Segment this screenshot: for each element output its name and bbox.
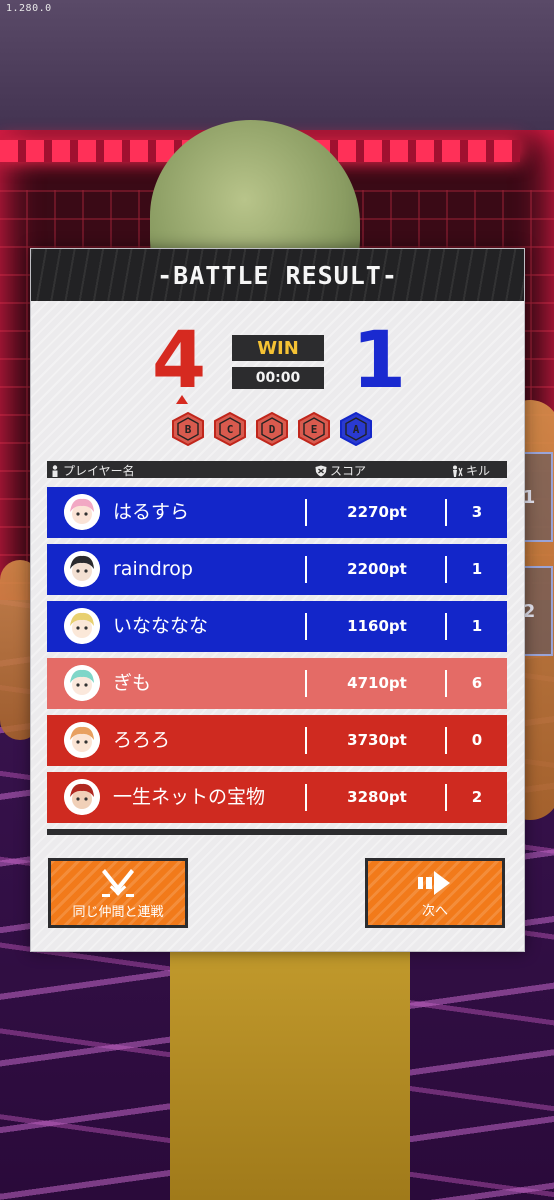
divider (305, 499, 307, 526)
kills-header: キル (451, 462, 490, 479)
team-marker-icon (176, 395, 188, 404)
player-kills: 6 (471, 674, 483, 692)
player-name: はるすら (113, 501, 190, 523)
player-list: はるすら 2270pt 3 raindrop 2200pt 1 いなななな 1160pt 1 ぎも… (47, 487, 507, 829)
next-button[interactable]: 次へ (365, 858, 505, 928)
person-icon (52, 464, 58, 477)
orange-hair-avatar-icon (64, 722, 100, 758)
player-score: 2270pt (347, 503, 407, 521)
red-team-score: 4 (151, 316, 207, 406)
table-header: プレイヤー名 スコア キル (47, 461, 507, 478)
player-row[interactable]: ぎも 4710pt 6 (47, 658, 507, 709)
zone-d-icon: D (256, 412, 288, 446)
player-name: いなななな (113, 615, 209, 637)
player-score: 4710pt (347, 674, 407, 692)
player-kills: 1 (471, 617, 483, 635)
player-name: 一生ネットの宝物 (113, 786, 266, 808)
player-score: 1160pt (347, 617, 407, 635)
rematch-button-label: 同じ仲間と連戦 (72, 904, 164, 920)
divider (305, 784, 307, 811)
player-kills: 0 (471, 731, 483, 749)
player-row[interactable]: いなななな 1160pt 1 (47, 601, 507, 652)
panel-header: -BATTLE RESULT- (31, 249, 524, 301)
player-kills: 2 (471, 788, 483, 806)
player-header: プレイヤー名 (51, 462, 135, 479)
divider (305, 613, 307, 640)
arrow-right-icon (418, 870, 450, 895)
player-row[interactable]: ろろろ 3730pt 0 (47, 715, 507, 766)
player-score: 3280pt (347, 788, 407, 806)
zone-b-icon: B (172, 412, 204, 446)
win-badge: WIN (232, 335, 324, 361)
player-row[interactable]: 一生ネットの宝物 3280pt 2 (47, 772, 507, 823)
blonde-hair-avatar-icon (64, 608, 100, 644)
zone-a-icon: A (340, 412, 372, 446)
panel-title: -BATTLE RESULT- (157, 260, 398, 290)
zone-c-icon: C (214, 412, 246, 446)
player-name: ろろろ (113, 729, 171, 751)
kills-header-label: キル (466, 464, 491, 478)
kill-icon (453, 465, 463, 477)
player-header-label: プレイヤー名 (63, 464, 135, 478)
divider (305, 556, 307, 583)
player-row[interactable]: raindrop 2200pt 1 (47, 544, 507, 595)
teal-hair-avatar-icon (64, 665, 100, 701)
score-header-label: スコア (330, 464, 367, 478)
shield-icon (315, 465, 327, 476)
player-score: 2200pt (347, 560, 407, 578)
red-cap-avatar-icon (64, 779, 100, 815)
pink-hair-avatar-icon (64, 494, 100, 530)
crossed-swords-icon (102, 868, 134, 897)
player-kills: 3 (471, 503, 483, 521)
table-footer-bar (47, 829, 507, 835)
time-display: 00:00 (232, 367, 324, 389)
version-label: 1.280.0 (6, 3, 52, 14)
player-score: 3730pt (347, 731, 407, 749)
divider (305, 670, 307, 697)
player-name: ぎも (113, 672, 152, 694)
zone-e-icon: E (298, 412, 330, 446)
player-row[interactable]: はるすら 2270pt 3 (47, 487, 507, 538)
zone-list: BCDEA (172, 412, 372, 446)
blue-team-score: 1 (351, 316, 407, 406)
rematch-button[interactable]: 同じ仲間と連戦 (48, 858, 188, 928)
next-button-label: 次へ (421, 903, 448, 919)
battle-result-panel: -BATTLE RESULT- 4 WIN 00:00 1 BCDEA プレイヤ… (30, 248, 525, 952)
player-name: raindrop (113, 558, 193, 580)
dark-hair-avatar-icon (64, 551, 100, 587)
score-header: スコア (315, 462, 366, 479)
divider (305, 727, 307, 754)
player-kills: 1 (471, 560, 483, 578)
